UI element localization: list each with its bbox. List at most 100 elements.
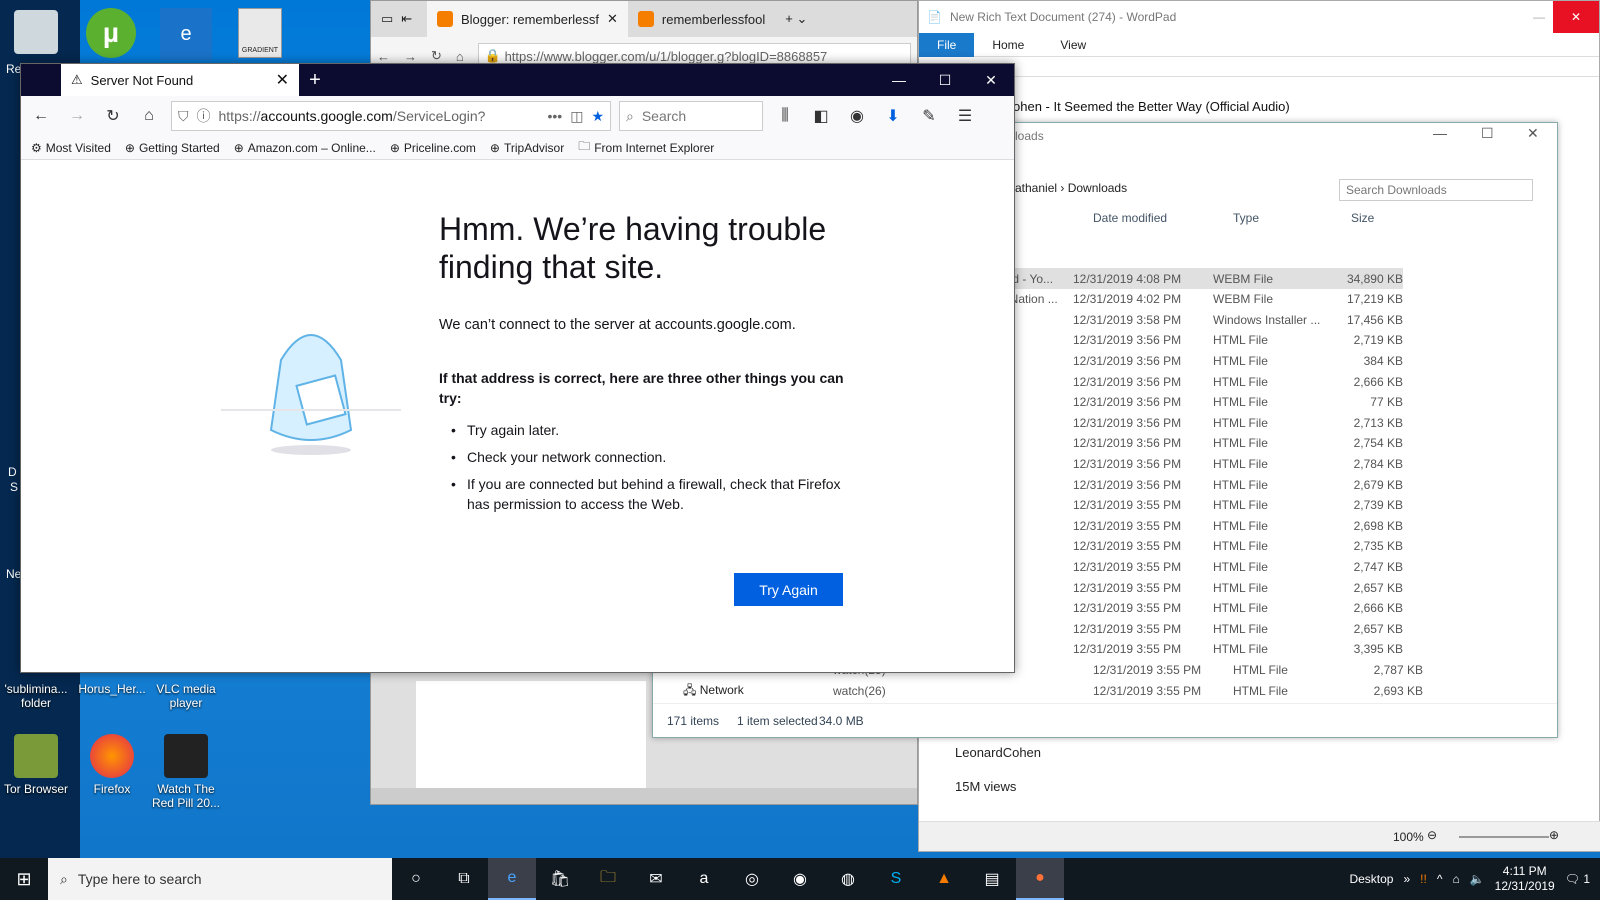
- bookmark-folder-ie[interactable]: 🗀 From Internet Explorer: [578, 137, 714, 158]
- extension-icon[interactable]: ✎: [915, 102, 943, 130]
- tab-server-not-found[interactable]: ⚠ Server Not Found ✕: [61, 64, 299, 96]
- skype-icon[interactable]: S: [872, 858, 920, 900]
- forward-icon[interactable]: →: [63, 102, 91, 130]
- pocket-icon[interactable]: ◫: [570, 108, 583, 125]
- shield-icon[interactable]: ⛉: [178, 108, 189, 125]
- library-icon[interactable]: ⫼: [771, 102, 799, 130]
- tab-rememberlessfool[interactable]: rememberlessfool: [628, 1, 775, 37]
- table-row[interactable]: 12/31/2019 3:56 PM HTML File 77 KB: [993, 392, 1403, 413]
- new-tab-button[interactable]: + ⌄: [775, 1, 817, 37]
- table-row[interactable]: 12/31/2019 3:56 PM HTML File 2,719 KB: [993, 330, 1403, 351]
- close-icon[interactable]: ✕: [1553, 1, 1599, 33]
- file-explorer-icon[interactable]: 🗀: [584, 858, 632, 900]
- notification-app-icon[interactable]: !!: [1420, 872, 1427, 886]
- account-icon[interactable]: ◉: [843, 102, 871, 130]
- close-icon[interactable]: ✕: [276, 70, 289, 90]
- home-icon[interactable]: ⌂: [456, 49, 464, 64]
- table-row[interactable]: 12/31/2019 3:56 PM HTML File 384 KB: [993, 350, 1403, 371]
- tab-actions[interactable]: ▭ ⇤: [371, 1, 427, 37]
- download-icon[interactable]: ⬇: [879, 102, 907, 130]
- col-size-header[interactable]: Size: [1351, 211, 1374, 225]
- nav-network[interactable]: 🖧 Network: [683, 681, 744, 702]
- edge-shortcut-icon[interactable]: e: [160, 8, 212, 60]
- tab-view[interactable]: View: [1042, 33, 1104, 57]
- tripadvisor-icon[interactable]: ◎: [728, 858, 776, 900]
- table-row[interactable]: 12/31/2019 3:55 PM HTML File 2,698 KB: [993, 515, 1403, 536]
- tray-overflow-icon[interactable]: »: [1403, 872, 1410, 886]
- bookmark-getting-started[interactable]: ⊕ Getting Started: [125, 141, 220, 155]
- table-row[interactable]: 12/31/2019 3:55 PM HTML File 2,735 KB: [993, 536, 1403, 557]
- maximize-icon[interactable]: ☐: [1481, 125, 1494, 142]
- desktop-icon-firefox[interactable]: Firefox: [76, 734, 148, 796]
- bookmark-most-visited[interactable]: ⚙ Most Visited: [31, 141, 111, 155]
- table-row[interactable]: 12/31/2019 3:55 PM HTML File 2,739 KB: [993, 495, 1403, 516]
- mail-icon[interactable]: ✉: [632, 858, 680, 900]
- windows-start-icon[interactable]: ⊞: [0, 858, 48, 900]
- bookmark-star-icon[interactable]: ★: [591, 108, 604, 125]
- firefox-window[interactable]: ⚠ Server Not Found ✕ + — ☐ ✕ ← → ↻ ⌂ ⛉ ⓘ…: [20, 63, 1015, 673]
- action-center-icon[interactable]: 🗨 1: [1565, 872, 1590, 886]
- minimize-icon[interactable]: —: [1433, 125, 1447, 141]
- zoom-slider[interactable]: [1459, 836, 1549, 838]
- sidebar-icon[interactable]: ◧: [807, 102, 835, 130]
- maximize-icon[interactable]: ☐: [922, 64, 968, 96]
- minimize-icon[interactable]: —: [876, 64, 922, 96]
- desktop-icon-horus[interactable]: Horus_Her...: [76, 682, 148, 696]
- table-row[interactable]: 12/31/2019 3:58 PM Windows Installer ... 1…: [993, 309, 1403, 330]
- table-row[interactable]: 12/31/2019 3:56 PM HTML File 2,679 KB: [993, 474, 1403, 495]
- table-row[interactable]: 12/31/2019 3:55 PM HTML File 3,395 KB: [993, 639, 1403, 660]
- breadcrumb[interactable]: athaniel › Downloads: [1015, 181, 1127, 195]
- new-tab-button[interactable]: +: [299, 64, 331, 96]
- desktop-icon-folder[interactable]: 'sublimina... folder: [0, 682, 72, 710]
- chevron-up-icon[interactable]: ^: [1437, 872, 1443, 886]
- camera-app-icon[interactable]: ◍: [824, 858, 872, 900]
- minimize-icon[interactable]: —: [1533, 10, 1545, 24]
- store-icon[interactable]: 🛍: [536, 858, 584, 900]
- app-icon[interactable]: ◉: [776, 858, 824, 900]
- table-row[interactable]: 12/31/2019 3:56 PM HTML File 2,713 KB: [993, 412, 1403, 433]
- zoom-in-icon[interactable]: ⊕: [1549, 828, 1559, 842]
- table-row[interactable]: watch(26) 12/31/2019 3:55 PM HTML File 2,69…: [833, 680, 1423, 701]
- close-icon[interactable]: ✕: [968, 64, 1014, 96]
- taskbar-search[interactable]: ⌕ Type here to search: [48, 858, 392, 900]
- document-area[interactable]: ohen - It Seemed the Better Way (Officia…: [919, 77, 1599, 121]
- desktop-icon-vlc[interactable]: VLC media player: [150, 682, 222, 710]
- search-box[interactable]: ⌕ Search: [619, 101, 763, 131]
- table-row[interactable]: 12/31/2019 3:55 PM HTML File 2,657 KB: [993, 618, 1403, 639]
- address-bar[interactable]: ⛉ ⓘ https://accounts.google.com/ServiceL…: [171, 101, 611, 131]
- page-actions-icon[interactable]: •••: [547, 108, 562, 124]
- col-date-header[interactable]: Date modified: [1093, 211, 1167, 225]
- recycle-bin-icon[interactable]: [14, 10, 58, 54]
- back-icon[interactable]: ←: [27, 102, 55, 130]
- vlc-icon[interactable]: ▲: [920, 858, 968, 900]
- desktop-icon-tor[interactable]: Tor Browser: [0, 734, 72, 796]
- tab-list-icon[interactable]: ▭: [381, 11, 393, 27]
- clock[interactable]: 4:11 PM 12/31/2019: [1495, 864, 1555, 894]
- reload-icon[interactable]: ↻: [99, 102, 127, 130]
- table-row[interactable]: en Nation ... 12/31/2019 4:02 PM WEBM File…: [993, 289, 1403, 310]
- table-row[interactable]: 12/31/2019 3:55 PM HTML File 2,666 KB: [993, 598, 1403, 619]
- table-row[interactable]: 12/31/2019 3:56 PM HTML File 2,754 KB: [993, 433, 1403, 454]
- bookmark-amazon[interactable]: ⊕ Amazon.com – Online...: [234, 141, 376, 155]
- task-view-icon[interactable]: ⧉: [440, 858, 488, 900]
- volume-icon[interactable]: 🔈: [1470, 872, 1485, 886]
- amazon-icon[interactable]: a: [680, 858, 728, 900]
- bookmark-tripadvisor[interactable]: ⊕ TripAdvisor: [490, 141, 564, 155]
- cortana-icon[interactable]: ○: [392, 858, 440, 900]
- network-icon[interactable]: ⌂: [1452, 872, 1459, 886]
- close-icon[interactable]: ✕: [607, 11, 618, 27]
- tab-file[interactable]: File: [919, 32, 975, 57]
- col-type-header[interactable]: Type: [1233, 211, 1259, 225]
- table-row[interactable]: 12/31/2019 3:55 PM HTML File 2,657 KB: [993, 577, 1403, 598]
- edge-icon[interactable]: e: [488, 858, 536, 900]
- desktop-icon-redpill[interactable]: Watch The Red Pill 20...: [150, 734, 222, 810]
- tab-home[interactable]: Home: [974, 33, 1042, 57]
- close-icon[interactable]: ✕: [1527, 125, 1539, 142]
- tab-back-icon[interactable]: ⇤: [401, 11, 412, 27]
- table-row[interactable]: 12/31/2019 3:56 PM HTML File 2,666 KB: [993, 371, 1403, 392]
- firefox-icon[interactable]: ●: [1016, 858, 1064, 900]
- utorrent-icon[interactable]: µ: [86, 8, 136, 58]
- breadcrumb-item[interactable]: Downloads: [1068, 181, 1127, 195]
- table-row[interactable]: 12/31/2019 3:55 PM HTML File 2,747 KB: [993, 556, 1403, 577]
- table-row[interactable]: mind - Yo... 12/31/2019 4:08 PM WEBM File 3…: [993, 268, 1403, 289]
